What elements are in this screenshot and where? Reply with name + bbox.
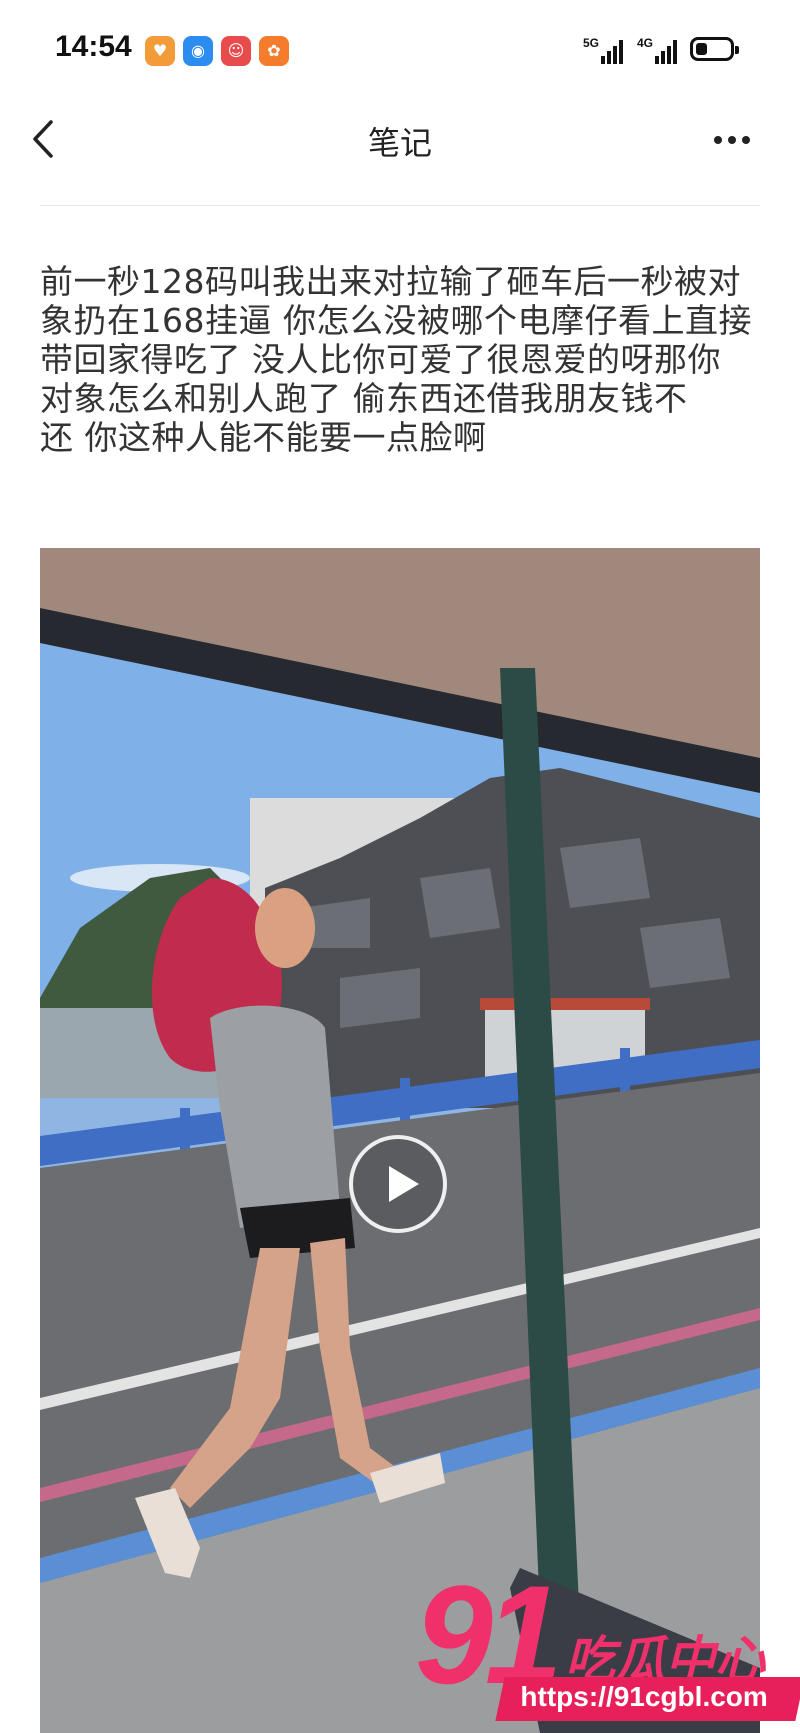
status-time: 14:54 <box>55 30 132 63</box>
play-icon[interactable] <box>349 1135 447 1233</box>
more-dots-icon[interactable] <box>710 120 754 160</box>
heart-app-icon: ♥ <box>145 36 175 66</box>
signal-4g-icon: 4G <box>637 36 679 64</box>
page-title: 笔记 <box>367 124 432 162</box>
post-text: 前一秒128码叫我出来对拉输了砸车后一秒被对 象扔在168挂逼 你怎么没被哪个电… <box>40 262 752 457</box>
watermark: 91 吃瓜中心 https://91cgbl.com <box>415 1565 800 1733</box>
signal-5g-icon: 5G <box>583 36 623 64</box>
battery-level <box>696 43 707 55</box>
video-player[interactable] <box>40 548 760 1733</box>
status-bar: 14:54 ♥ ◉ ☺ ✿ 5G 4G <box>0 0 800 100</box>
watermark-url: https://91cgbl.com <box>520 1681 768 1712</box>
watermark-url-banner: https://91cgbl.com <box>495 1677 800 1721</box>
orange-app-icon: ✿ <box>259 36 289 66</box>
battery-icon <box>690 37 739 61</box>
clown-app-icon: ☺ <box>221 36 251 66</box>
nav-bar: 笔记 <box>0 100 800 180</box>
divider <box>40 205 760 206</box>
signal-app-icon: ◉ <box>183 36 213 66</box>
